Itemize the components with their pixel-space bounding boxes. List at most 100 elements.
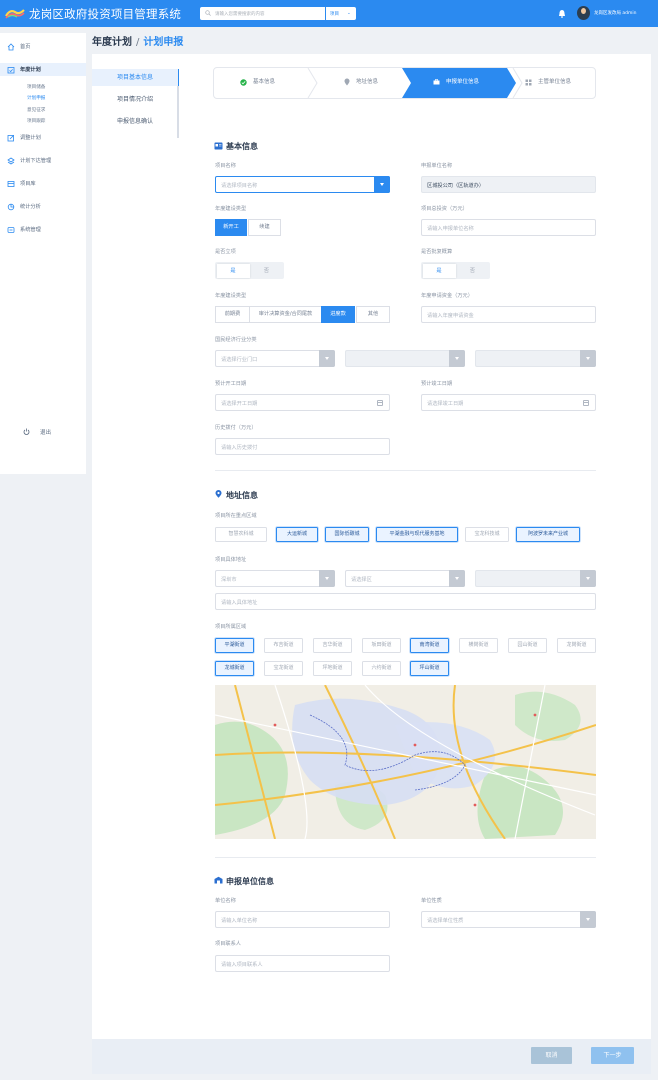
is-budget-toggle[interactable]: 是 否 xyxy=(421,262,490,279)
next-button[interactable]: 下一步 xyxy=(591,1047,634,1064)
street-tag[interactable]: 横岗街道 xyxy=(459,638,498,653)
avatar[interactable] xyxy=(577,6,590,20)
total-invest-input[interactable]: 请输入申报单位名称 xyxy=(421,219,596,236)
year-fund-input[interactable]: 请输入年度申请资金 xyxy=(421,306,596,323)
industry-select-3[interactable] xyxy=(475,350,596,367)
chevron-down-icon[interactable] xyxy=(580,350,596,367)
sidebar-sub-tracking[interactable]: 项目跟踪 xyxy=(27,118,45,124)
chevron-down-icon[interactable] xyxy=(449,570,465,587)
street-tag[interactable]: 宝龙街道 xyxy=(264,661,303,676)
street-tag[interactable]: 布吉街道 xyxy=(264,638,303,653)
search-divider xyxy=(325,7,326,20)
breadcrumb-parent[interactable]: 年度计划 xyxy=(92,37,132,48)
logout-button[interactable]: 退出 xyxy=(40,428,51,436)
cancel-button[interactable]: 取消 xyxy=(531,1047,572,1064)
search-input[interactable]: 请输入您需要搜索的内容 xyxy=(215,11,265,17)
street-tag[interactable]: 坪地街道 xyxy=(313,661,352,676)
history-fund-input[interactable]: 请输入历史拨付 xyxy=(215,438,390,455)
is-approved-yes[interactable]: 是 xyxy=(216,263,250,278)
location-map[interactable] xyxy=(215,685,596,839)
step-basic[interactable]: 基本信息 xyxy=(253,77,275,85)
is-budget-no[interactable]: 否 xyxy=(456,264,489,278)
fund-type-other-button[interactable]: 其他 xyxy=(356,306,390,323)
power-icon[interactable] xyxy=(23,428,30,435)
map-graphic[interactable] xyxy=(215,685,596,839)
project-name-select[interactable]: 请选择项目名称 xyxy=(215,176,390,193)
is-budget-yes[interactable]: 是 xyxy=(422,263,456,278)
search-scope-select[interactable]: 项目 xyxy=(330,11,339,17)
search-icon[interactable] xyxy=(205,10,211,16)
is-approved-toggle[interactable]: 是 否 xyxy=(215,262,284,279)
building-icon xyxy=(214,876,223,884)
build-type-new-button[interactable]: 新开工 xyxy=(215,219,247,236)
left-nav-basic[interactable]: 项目基本信息 xyxy=(92,69,178,86)
zone-tag[interactable]: 阿波罗未来产业城 xyxy=(516,527,580,542)
street-tag[interactable]: 六约街道 xyxy=(362,661,401,676)
chevron-down-icon[interactable] xyxy=(319,570,335,587)
left-nav-intro[interactable]: 项目情况介绍 xyxy=(92,91,178,108)
step-address[interactable]: 地址信息 xyxy=(356,77,378,85)
detail-address-input[interactable]: 请输入具体地址 xyxy=(215,593,596,610)
section-divider xyxy=(215,470,596,471)
chevron-down-icon[interactable] xyxy=(580,570,596,587)
district-select[interactable]: 请选择区 xyxy=(345,570,465,587)
step-applicant[interactable]: 申报单位信息 xyxy=(446,77,479,85)
street-tag[interactable]: 南湾街道 xyxy=(410,638,449,653)
sidebar-item-system[interactable]: 系统管理 xyxy=(0,223,86,236)
search-bar[interactable]: 请输入您需要搜索的内容 项目 ⌄ xyxy=(200,7,356,20)
bell-icon[interactable] xyxy=(558,9,566,18)
fund-type-audit-button[interactable]: 审计决算资金/合同尾款 xyxy=(249,306,322,323)
sidebar-sub-reserve[interactable]: 项目储备 xyxy=(27,84,45,90)
zone-tag[interactable]: 国际低碳城 xyxy=(325,527,369,542)
calendar-icon[interactable] xyxy=(583,400,589,406)
is-approved-no[interactable]: 否 xyxy=(250,264,283,278)
calendar-icon[interactable] xyxy=(377,400,383,406)
send-icon xyxy=(7,157,15,164)
chevron-down-icon[interactable] xyxy=(374,176,390,193)
unit-nature-placeholder: 请选择单位性质 xyxy=(427,918,464,924)
end-date-picker[interactable]: 请选择竣工日期 xyxy=(421,394,596,411)
applicant-unit-input[interactable]: 请输入单位名称 xyxy=(215,911,390,928)
street-tag[interactable]: 坂田街道 xyxy=(362,638,401,653)
unit-name-field: 区城投公司（区轨道办） xyxy=(421,176,596,193)
industry-select-1[interactable]: 请选择行业门口 xyxy=(215,350,335,367)
fund-type-progress-button[interactable]: 进度款 xyxy=(321,306,355,323)
zone-tag[interactable]: 智慧农科城 xyxy=(215,527,267,542)
start-date-placeholder: 请选择开工日期 xyxy=(221,401,258,407)
sidebar-sub-apply[interactable]: 计划申报 xyxy=(27,95,45,101)
sidebar-sub-opinion[interactable]: 意见征求 xyxy=(27,107,45,113)
chevron-down-icon[interactable]: ⌄ xyxy=(347,11,351,16)
street-select[interactable] xyxy=(475,570,596,587)
zone-tag[interactable]: 平湖金融与现代服务基地 xyxy=(376,527,458,542)
breadcrumb-separator: / xyxy=(136,37,140,48)
sidebar-item-annual-plan[interactable]: 年度计划 xyxy=(0,63,86,76)
sidebar-item-stats[interactable]: 统计分析 xyxy=(0,200,86,213)
sidebar-item-adjust[interactable]: 调整计划 xyxy=(0,131,86,144)
zone-tag[interactable]: 大运新城 xyxy=(276,527,318,542)
street-tag[interactable]: 园山街道 xyxy=(508,638,547,653)
street-tag[interactable]: 龙城街道 xyxy=(215,661,254,676)
start-date-picker[interactable]: 请选择开工日期 xyxy=(215,394,390,411)
street-tag[interactable]: 吉华街道 xyxy=(313,638,352,653)
street-tag[interactable]: 龙岗街道 xyxy=(557,638,596,653)
sidebar-item-home[interactable]: 首页 xyxy=(0,40,86,53)
sidebar-item-library[interactable]: 项目库 xyxy=(0,177,86,190)
sidebar-item-label: 系统管理 xyxy=(20,227,41,233)
contact-input[interactable]: 请输入项目联系人 xyxy=(215,955,390,972)
industry-select-2[interactable] xyxy=(345,350,465,367)
sidebar-item-dispatch[interactable]: 计划下达管理 xyxy=(0,154,86,167)
left-nav-confirm[interactable]: 申报信息确认 xyxy=(92,113,178,130)
build-type-continue-button[interactable]: 续建 xyxy=(248,219,281,236)
unit-nature-select[interactable]: 请选择单位性质 xyxy=(421,911,596,928)
chevron-down-icon[interactable] xyxy=(449,350,465,367)
fund-type-prephase-button[interactable]: 前期费 xyxy=(215,306,250,323)
city-select[interactable]: 深圳市 xyxy=(215,570,335,587)
chevron-down-icon[interactable] xyxy=(580,911,596,928)
street-tag[interactable]: 坪山街道 xyxy=(410,661,449,676)
street-tag[interactable]: 平湖街道 xyxy=(215,638,254,653)
chevron-down-icon[interactable] xyxy=(319,350,335,367)
zone-tag[interactable]: 宝龙科技城 xyxy=(465,527,509,542)
step-authority[interactable]: 主管单位信息 xyxy=(538,77,571,85)
breadcrumb: 年度计划 / 计划申报 xyxy=(92,33,183,48)
user-name[interactable]: 龙岗区发改局 admin xyxy=(594,10,637,16)
